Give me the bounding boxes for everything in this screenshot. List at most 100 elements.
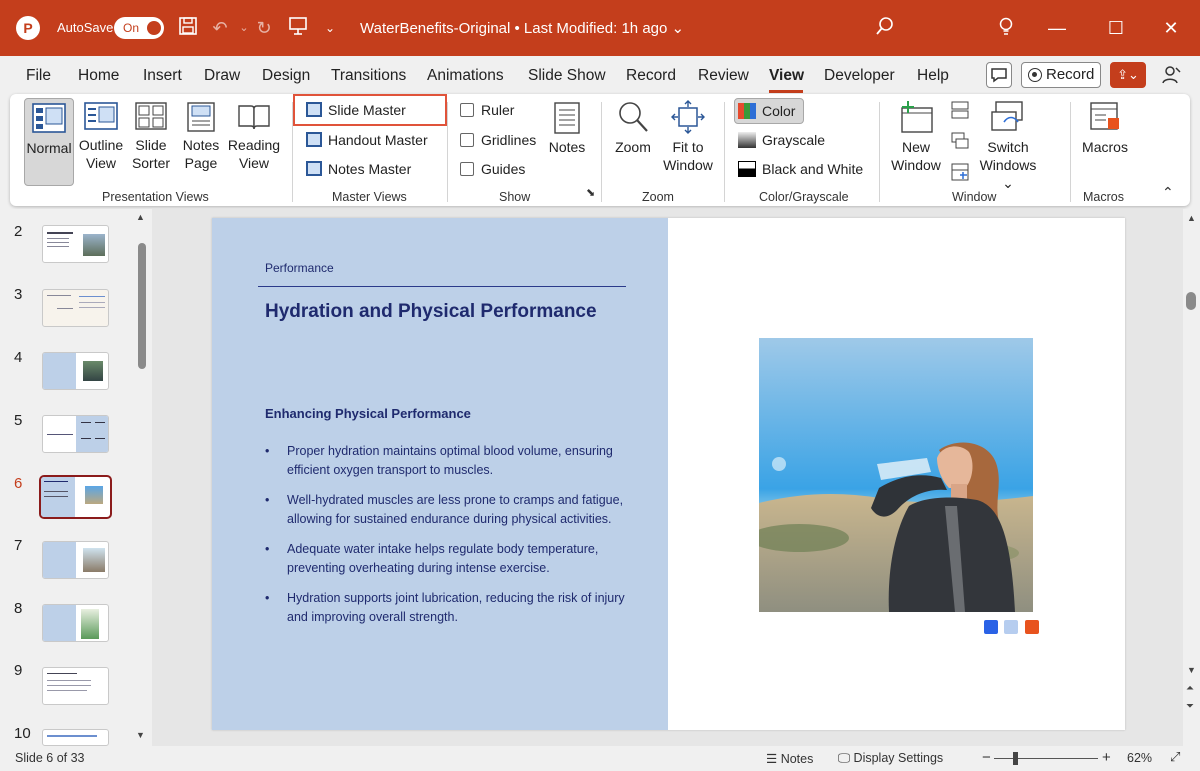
search-icon[interactable] — [873, 16, 897, 40]
color-button[interactable]: Color — [738, 100, 795, 122]
notes-button[interactable]: Notes — [544, 102, 590, 156]
slide-thumbnail[interactable] — [42, 729, 109, 746]
reading-view-button[interactable]: Reading View — [226, 102, 282, 172]
zoom-button[interactable]: Zoom — [610, 100, 656, 156]
scroll-up-icon[interactable]: ▲ — [1187, 213, 1196, 223]
slide-bullet-list[interactable]: Proper hydration maintains optimal blood… — [265, 442, 635, 638]
active-tab-indicator — [769, 90, 803, 93]
customize-toolbar-icon[interactable]: ⌄ — [318, 16, 342, 40]
zoom-slider-thumb[interactable] — [1013, 752, 1018, 765]
display-settings-icon: 🖵 — [838, 751, 851, 765]
slide-vertical-scrollbar[interactable]: ▲ ▼ ⏶ ⏷ — [1183, 209, 1200, 746]
new-window-label-1: New — [901, 139, 930, 155]
new-window-label-2: Window — [891, 157, 941, 173]
thumbnail-number: 7 — [14, 537, 23, 554]
document-title[interactable]: WaterBenefits-Original • Last Modified: … — [360, 19, 684, 37]
slide-sorter-button[interactable]: Slide Sorter — [128, 102, 174, 172]
scroll-down-icon[interactable]: ▼ — [1187, 665, 1196, 675]
gridlines-checkbox[interactable]: Gridlines — [460, 129, 536, 151]
black-and-white-button[interactable]: Black and White — [738, 158, 863, 180]
present-icon[interactable] — [286, 16, 310, 40]
record-button[interactable]: Record — [1021, 62, 1101, 88]
slide-subtitle[interactable]: Enhancing Physical Performance — [265, 406, 471, 421]
redo-icon[interactable]: ↻ — [252, 16, 276, 40]
tab-help[interactable]: Help — [917, 67, 949, 85]
zoom-label: Zoom — [615, 139, 651, 155]
woman-drinking-water-photo[interactable] — [759, 338, 1033, 612]
slide-section-label[interactable]: Performance — [265, 261, 334, 275]
slide-canvas[interactable]: Performance Hydration and Physical Perfo… — [212, 218, 1125, 730]
zoom-percent[interactable]: 62% — [1127, 751, 1152, 765]
ruler-checkbox[interactable]: Ruler — [460, 99, 514, 121]
status-bar: Slide 6 of 33 ☰ Notes 🖵 Display Settings… — [0, 746, 1200, 771]
fit-to-window-button[interactable]: Fit to Window — [660, 100, 716, 174]
save-icon[interactable] — [176, 16, 200, 40]
scroll-down-icon[interactable]: ▼ — [136, 730, 145, 740]
handout-master-button[interactable]: Handout Master — [306, 129, 428, 151]
show-dialog-launcher-icon[interactable]: ⬊ — [586, 186, 595, 199]
arrange-all-icon[interactable] — [950, 100, 970, 120]
move-split-icon[interactable] — [950, 162, 970, 182]
undo-icon[interactable]: ↶ — [208, 16, 232, 40]
share-button[interactable]: ⇪⌄ — [1110, 62, 1146, 88]
cascade-icon[interactable] — [950, 131, 970, 151]
tab-draw[interactable]: Draw — [204, 67, 240, 85]
grayscale-button[interactable]: Grayscale — [738, 129, 825, 151]
fit-slide-icon[interactable]: ⤢ — [1170, 749, 1180, 765]
display-settings-button[interactable]: 🖵 Display Settings — [838, 751, 943, 766]
tab-insert[interactable]: Insert — [143, 67, 182, 85]
maximize-icon[interactable]: ☐ — [1101, 14, 1131, 42]
notes-master-button[interactable]: Notes Master — [306, 158, 411, 180]
switch-windows-button[interactable]: Switch Windows ⌄ — [976, 100, 1040, 192]
slide-thumbnail[interactable] — [42, 352, 109, 390]
slide-master-button[interactable]: Slide Master — [306, 99, 406, 121]
thumbnail-number: 5 — [14, 412, 23, 429]
notes-toggle[interactable]: ☰ Notes — [766, 751, 813, 766]
lightbulb-icon[interactable] — [994, 16, 1018, 40]
new-window-button[interactable]: New Window — [888, 100, 944, 174]
tab-transitions[interactable]: Transitions — [331, 67, 406, 85]
zoom-in-button[interactable]: + — [1102, 749, 1111, 766]
macros-button[interactable]: Macros — [1078, 100, 1132, 156]
previous-slide-icon[interactable]: ⏶ — [1186, 683, 1194, 694]
slide-thumbnail[interactable] — [42, 541, 109, 579]
grayscale-label: Grayscale — [762, 132, 826, 148]
tab-slide-show[interactable]: Slide Show — [528, 67, 606, 85]
autosave-toggle[interactable]: On — [114, 17, 164, 39]
slide-thumbnail[interactable] — [42, 415, 109, 453]
tab-design[interactable]: Design — [262, 67, 310, 85]
outline-label-1: Outline — [78, 137, 124, 153]
slide-thumbnail[interactable] — [42, 667, 109, 705]
tab-home[interactable]: Home — [78, 67, 119, 85]
coauthor-icon[interactable] — [1160, 64, 1184, 88]
next-slide-icon[interactable]: ⏷ — [1186, 701, 1194, 712]
normal-view-button[interactable]: Normal — [24, 98, 74, 186]
scroll-up-icon[interactable]: ▲ — [136, 212, 145, 222]
zoom-out-button[interactable]: − — [982, 749, 991, 766]
slide-thumbnail[interactable] — [42, 604, 109, 642]
thumbnail-scrollbar[interactable] — [138, 243, 146, 369]
macros-group-label: Macros — [1083, 190, 1124, 204]
notes-page-button[interactable]: Notes Page — [178, 102, 224, 172]
tab-review[interactable]: Review — [698, 67, 749, 85]
autosave-state: On — [123, 21, 140, 35]
tab-record[interactable]: Record — [626, 67, 676, 85]
slide-thumbnail[interactable] — [42, 289, 109, 327]
comments-button[interactable] — [986, 62, 1012, 88]
color-label: Color — [762, 103, 796, 119]
slide-thumbnail[interactable] — [42, 225, 109, 263]
tab-animations[interactable]: Animations — [427, 67, 504, 85]
collapse-ribbon-icon[interactable]: ⌃ — [1162, 184, 1174, 201]
slide-scroll-thumb[interactable] — [1186, 292, 1196, 310]
tab-file[interactable]: File — [26, 67, 51, 85]
zoom-slider-track[interactable] — [994, 758, 1098, 759]
tab-developer[interactable]: Developer — [824, 67, 895, 85]
guides-checkbox[interactable]: Guides — [460, 158, 525, 180]
tab-view[interactable]: View — [769, 67, 804, 85]
slide-title[interactable]: Hydration and Physical Performance — [265, 301, 597, 323]
slide-thumbnail-current[interactable] — [39, 475, 112, 519]
minimize-icon[interactable]: — — [1042, 14, 1072, 42]
close-icon[interactable]: ✕ — [1156, 14, 1186, 42]
outline-view-button[interactable]: Outline View — [78, 102, 124, 172]
thumbnail-number: 3 — [14, 286, 23, 303]
